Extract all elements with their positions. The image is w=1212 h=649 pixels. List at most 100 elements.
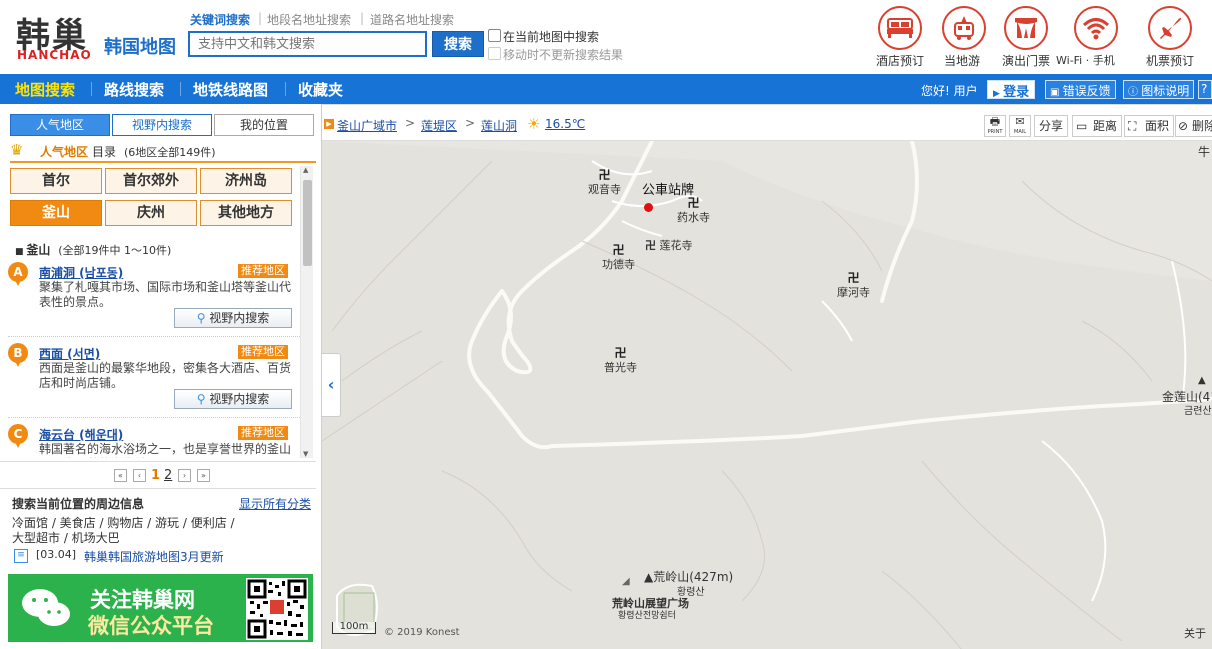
view-search-button[interactable]: ⚲ 视野内搜索	[174, 389, 292, 409]
temple-icon: 卍	[645, 239, 656, 252]
mail-label: MAIL	[1014, 129, 1026, 135]
map-poi-puguang-temple[interactable]: 卍普光寺	[604, 347, 637, 375]
local-tour-button[interactable]	[940, 6, 988, 50]
share-button[interactable]: 分享	[1034, 115, 1069, 137]
bus-stop-marker-icon[interactable]	[644, 203, 653, 212]
map-canvas[interactable]: ▶ 釜山广域市 > 莲堤区 > 莲山洞 ☀ 16.5℃ 🖶 PRINT ✉ MAIL…	[322, 104, 1212, 649]
region-gyeongju[interactable]: 庆州	[105, 200, 197, 226]
mail-button[interactable]: ✉ MAIL	[1009, 115, 1031, 137]
nav-route-search[interactable]: 路线搜索	[104, 79, 164, 100]
bus-stop-label: 公車站牌	[642, 183, 695, 198]
page-next-number[interactable]: 2	[164, 468, 172, 483]
region-busan[interactable]: 釜山	[10, 200, 102, 226]
show-tickets-button[interactable]	[1002, 6, 1050, 50]
scroll-thumb[interactable]	[303, 180, 312, 266]
printer-icon: 🖶	[989, 115, 1001, 128]
divider	[0, 461, 316, 462]
list-item[interactable]: C 海云台 (해운대) 推荐地区 韩国著名的海水浴场之一，也是享誉世界的釜山国际…	[8, 424, 294, 458]
left-panel: 人气地区 视野内搜索 我的位置 ♛ 人气地区 目录 (6地区全部149件) 首尔…	[0, 104, 322, 649]
last-page-icon[interactable]: »	[197, 469, 210, 482]
poi-label: 普光寺	[604, 361, 637, 374]
show-tickets-label: 演出门票	[1002, 54, 1051, 68]
tab-keyword-search[interactable]: 关键词搜索	[190, 11, 250, 28]
region-seoul[interactable]: 首尔	[10, 168, 102, 194]
categories-line-2[interactable]: 大型超市 / 机场大巴	[12, 529, 120, 546]
site-title[interactable]: 韩国地图	[104, 33, 176, 59]
page-current[interactable]: 1	[151, 468, 160, 483]
poi-label: 莲花寺	[659, 239, 693, 252]
region-seoul-suburbs[interactable]: 首尔郊外	[105, 168, 197, 194]
recommended-badge: 推荐地区	[238, 426, 288, 440]
result-title[interactable]: 南浦洞 (남포동)	[39, 264, 123, 281]
map-poi-guanyin-temple[interactable]: 卍观音寺	[588, 169, 621, 197]
map-poi-gongde-temple[interactable]: 卍功德寺	[602, 244, 635, 272]
tab-lot-address-search[interactable]: 地段名地址搜索	[267, 11, 351, 28]
icon-legend-button[interactable]: ⓘ 图标说明	[1123, 80, 1195, 99]
airplane-icon	[1148, 6, 1192, 50]
hotel-booking-button[interactable]	[876, 6, 924, 50]
area-button[interactable]: ⛶ 面积	[1124, 115, 1175, 137]
tab-my-location[interactable]: 我的位置	[214, 114, 314, 136]
scroll-down-arrow-icon[interactable]: ▼	[303, 450, 308, 458]
breadcrumb-district[interactable]: 莲堤区	[421, 117, 457, 134]
news-link[interactable]: 韩巢韩国旅游地图3月更新	[84, 548, 224, 565]
distance-label: 距离	[1093, 119, 1118, 133]
news-date: [03.04]	[36, 548, 77, 561]
temple-icon: 卍	[687, 196, 700, 210]
map-poi-mohe-temple[interactable]: 卍摩河寺	[837, 272, 870, 300]
tab-road-address-search[interactable]: 道路名地址搜索	[370, 11, 454, 28]
tab-popular-regions[interactable]: 人气地区	[10, 114, 110, 136]
login-button[interactable]: ▶ 登录	[987, 80, 1036, 100]
poi-label: 功德寺	[602, 258, 635, 271]
nav-subway-map[interactable]: 地铁线路图	[193, 79, 268, 100]
hotel-booking-label: 酒店预订	[876, 54, 925, 68]
breadcrumb-city[interactable]: 釜山广域市	[337, 117, 397, 134]
wifi-phone-button[interactable]	[1072, 6, 1120, 50]
first-page-icon[interactable]: «	[114, 469, 127, 482]
region-other[interactable]: 其他地方	[200, 200, 292, 226]
active-region-label: 釜山	[26, 243, 51, 257]
list-item[interactable]: A 南浦洞 (남포동) 推荐地区 聚集了札嘎其市场、国际市场和釜山塔等釜山代表性…	[8, 262, 294, 332]
divider	[8, 336, 308, 337]
nav-favorites[interactable]: 收藏夹	[298, 79, 343, 100]
divider	[0, 488, 316, 489]
breadcrumb-dong[interactable]: 莲山洞	[481, 117, 517, 134]
help-button[interactable]: ?	[1198, 80, 1212, 99]
mountain-icon: ▲	[644, 570, 654, 584]
map-poi-yaoshui-temple[interactable]: 卍药水寺	[677, 197, 710, 225]
about-link[interactable]: 关于	[1184, 625, 1206, 641]
collapse-panel-button[interactable]: ‹	[322, 353, 341, 417]
distance-button[interactable]: ▭ 距离	[1072, 115, 1123, 137]
result-title[interactable]: 海云台 (해운대)	[39, 426, 123, 443]
ruler-icon: ▭	[1076, 119, 1088, 133]
search-input[interactable]	[188, 31, 427, 57]
weather-temperature[interactable]: 16.5℃	[545, 117, 585, 131]
logo-subtitle: HANCHAO	[17, 48, 92, 62]
no-update-label: 移动时不更新搜索结果	[503, 48, 624, 62]
map-poi-lianhua-temple[interactable]: 卍 莲花寺	[645, 237, 693, 253]
prev-page-icon[interactable]: ‹	[133, 469, 146, 482]
view-search-button[interactable]: ⚲ 视野内搜索	[174, 308, 292, 328]
flight-booking-button[interactable]	[1146, 6, 1194, 50]
nav-map-search[interactable]: 地图搜索	[15, 79, 75, 100]
marker-c-icon: C	[8, 424, 28, 448]
marker-b-icon: B	[8, 343, 28, 367]
search-button[interactable]: 搜索	[432, 31, 484, 57]
user-greeting: 您好! 用户	[921, 84, 978, 98]
result-title[interactable]: 西面 (서면)	[39, 345, 100, 362]
results-scrollbar[interactable]: ▲ ▼	[300, 166, 313, 458]
wechat-banner[interactable]: 关注韩巢网 微信公众平台	[8, 574, 313, 642]
show-all-categories-link[interactable]: 显示所有分类	[239, 495, 311, 512]
print-button[interactable]: 🖶 PRINT	[984, 115, 1006, 137]
next-page-icon[interactable]: ›	[178, 469, 191, 482]
error-feedback-button[interactable]: ▣ 错误反馈	[1045, 80, 1116, 99]
delete-button[interactable]: ⊘删除	[1175, 115, 1212, 137]
region-jeju[interactable]: 济州岛	[200, 168, 292, 194]
search-in-map-checkbox[interactable]	[488, 29, 501, 42]
wechat-icon	[20, 586, 72, 630]
no-update-checkbox[interactable]	[488, 47, 501, 60]
feedback-icon: ▣	[1050, 87, 1063, 98]
tab-view-search[interactable]: 视野内搜索	[112, 114, 212, 136]
list-item[interactable]: B 西面 (서면) 推荐地区 西面是釜山的最繁华地段，密集各大酒店、百货店和时尚…	[8, 343, 294, 413]
scroll-up-arrow-icon[interactable]: ▲	[303, 166, 308, 174]
